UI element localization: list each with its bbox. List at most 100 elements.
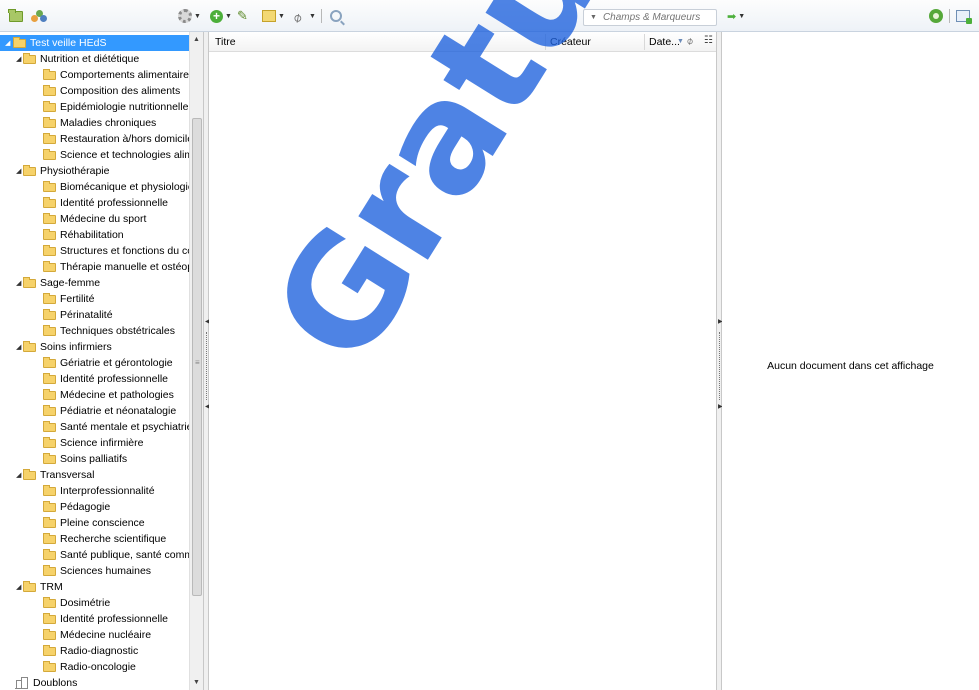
new-item-button[interactable]: + ▼: [210, 9, 232, 23]
tree-item-subcollection[interactable]: Restauration à/hors domicile: [0, 131, 189, 147]
sort-descending-icon: ▼: [677, 38, 684, 45]
tree-item-label: Santé publique, santé comm...: [60, 549, 189, 561]
chevron-down-icon: ▼: [309, 12, 316, 20]
expand-collapse-twisty-icon[interactable]: ◢: [16, 168, 23, 175]
tree-item-label: Identité professionnelle: [60, 613, 168, 625]
column-title[interactable]: Titre: [215, 36, 236, 48]
folder-icon: [43, 212, 56, 224]
tree-item-subcollection[interactable]: Soins palliatifs: [0, 451, 189, 467]
collections-pane: ◢ Test veille HEdS ◢ Nutrition et diététiqu…: [0, 32, 203, 690]
arrow-right-icon: ➡: [727, 10, 737, 23]
tree-item-group[interactable]: ◢ Physiothérapie: [0, 163, 189, 179]
tree-item-subcollection[interactable]: Epidémiologie nutritionnelle: [0, 99, 189, 115]
tree-item-group[interactable]: ◢ Transversal: [0, 467, 189, 483]
scroll-down-arrow-icon[interactable]: ▼: [193, 679, 200, 686]
tree-item-label: Sciences humaines: [60, 565, 152, 577]
search-field[interactable]: ▼: [583, 9, 717, 26]
tree-item-group[interactable]: ◢ TRM: [0, 579, 189, 595]
tree-item-subcollection[interactable]: Recherche scientifique: [0, 531, 189, 547]
tree-item-subcollection[interactable]: Pédagogie: [0, 499, 189, 515]
tree-item-subcollection[interactable]: Fertilité: [0, 291, 189, 307]
tree-item-subcollection[interactable]: Périnatalité: [0, 307, 189, 323]
tree-item-subcollection[interactable]: Identité professionnelle: [0, 371, 189, 387]
tree-item-subcollection[interactable]: Médecine du sport: [0, 211, 189, 227]
expand-collapse-twisty-icon[interactable]: ◢: [16, 280, 23, 287]
tree-item-subcollection[interactable]: Médecine nucléaire: [0, 627, 189, 643]
tree-item-group[interactable]: ◢ Nutrition et diététique: [0, 51, 189, 67]
search-mode-dropdown-icon[interactable]: ▼: [590, 14, 597, 21]
collections-scrollbar[interactable]: ▲ ≡ ▼: [189, 32, 203, 690]
tree-item-subcollection[interactable]: Radio-oncologie: [0, 659, 189, 675]
tree-item-subcollection[interactable]: Gériatrie et gérontologie: [0, 355, 189, 371]
expand-collapse-twisty-icon[interactable]: ◢: [16, 472, 23, 479]
tree-item-label: Recherche scientifique: [60, 533, 167, 545]
tree-item-subcollection[interactable]: Composition des aliments: [0, 83, 189, 99]
tree-item-root-library[interactable]: ◢ Test veille HEdS: [0, 35, 189, 51]
add-by-identifier-button[interactable]: ✎: [237, 9, 253, 23]
tree-item-group[interactable]: ◢ Soins infirmiers: [0, 339, 189, 355]
tree-item-subcollection[interactable]: Pédiatrie et néonatalogie: [0, 403, 189, 419]
tree-item-subcollection[interactable]: Science infirmière: [0, 435, 189, 451]
column-picker-icon[interactable]: ☷: [704, 35, 713, 46]
folder-icon: [43, 260, 56, 272]
fullscreen-button[interactable]: [956, 9, 972, 24]
tree-item-subcollection[interactable]: Thérapie manuelle et ostéop...: [0, 259, 189, 275]
tree-item-label: Radio-diagnostic: [60, 645, 139, 657]
tree-item-group[interactable]: ◢ Sage-femme: [0, 275, 189, 291]
tree-item-subcollection[interactable]: Techniques obstétricales: [0, 323, 189, 339]
folder-icon: [23, 164, 36, 176]
folder-icon: [43, 228, 56, 240]
tree-item-label: Nutrition et diététique: [40, 53, 140, 65]
folder-icon: [43, 596, 56, 608]
attachment-button[interactable]: ⌀ ▼: [289, 8, 316, 26]
tree-item-duplicates[interactable]: Doublons: [0, 675, 189, 690]
empty-view-message: Aucun document dans cet affichage: [767, 360, 934, 372]
advanced-search-button[interactable]: [330, 9, 342, 23]
paperclip-icon: ⌀: [289, 8, 305, 26]
new-collection-button[interactable]: [8, 8, 23, 23]
expand-collapse-twisty-icon[interactable]: ◢: [16, 344, 23, 351]
tree-item-subcollection[interactable]: Interprofessionnalité: [0, 483, 189, 499]
column-divider[interactable]: [545, 34, 546, 50]
expand-collapse-twisty-icon[interactable]: ◢: [5, 40, 12, 47]
folder-icon: [23, 52, 36, 64]
tree-item-subcollection[interactable]: Dosimétrie: [0, 595, 189, 611]
column-creator[interactable]: Créateur: [550, 36, 591, 48]
tree-item-subcollection[interactable]: Santé publique, santé comm...: [0, 547, 189, 563]
tree-item-subcollection[interactable]: Sciences humaines: [0, 563, 189, 579]
tree-item-subcollection[interactable]: Pleine conscience: [0, 515, 189, 531]
column-date[interactable]: Date...: [649, 36, 680, 48]
expand-collapse-twisty-icon[interactable]: ◢: [16, 56, 23, 63]
folder-icon: [43, 244, 56, 256]
locate-button[interactable]: ➡ ▼: [727, 9, 745, 23]
tree-item-subcollection[interactable]: Santé mentale et psychiatrie: [0, 419, 189, 435]
search-input[interactable]: [602, 12, 711, 23]
tree-item-subcollection[interactable]: Identité professionnelle: [0, 195, 189, 211]
folder-icon: [43, 564, 56, 576]
folder-icon: [43, 516, 56, 528]
tree-item-label: Soins palliatifs: [60, 453, 128, 465]
sync-button[interactable]: [929, 9, 943, 23]
tree-item-label: Doublons: [33, 677, 78, 689]
tree-item-subcollection[interactable]: Maladies chroniques: [0, 115, 189, 131]
tree-item-subcollection[interactable]: Structures et fonctions du co...: [0, 243, 189, 259]
tree-item-subcollection[interactable]: Identité professionnelle: [0, 611, 189, 627]
scrollbar-thumb[interactable]: [192, 118, 202, 596]
tree-item-label: Périnatalité: [60, 309, 113, 321]
items-column-header: Titre Créateur Date... ▼ ⌀ ☷: [209, 32, 716, 52]
tree-item-subcollection[interactable]: Science et technologies alim...: [0, 147, 189, 163]
toolbar-separator: [321, 9, 322, 23]
tree-item-subcollection[interactable]: Médecine et pathologies: [0, 387, 189, 403]
folder-icon: [43, 148, 56, 160]
expand-collapse-twisty-icon[interactable]: ◢: [16, 584, 23, 591]
tree-item-subcollection[interactable]: Comportements alimentaires: [0, 67, 189, 83]
tree-item-subcollection[interactable]: Biomécanique et physiologie: [0, 179, 189, 195]
new-group-button[interactable]: [31, 9, 47, 23]
tree-item-subcollection[interactable]: Réhabilitation: [0, 227, 189, 243]
scroll-up-arrow-icon[interactable]: ▲: [193, 36, 200, 43]
tree-item-subcollection[interactable]: Radio-diagnostic: [0, 643, 189, 659]
column-divider[interactable]: [644, 34, 645, 50]
new-note-button[interactable]: ▼: [262, 9, 285, 23]
actions-menu-button[interactable]: ▼: [178, 9, 201, 23]
attachment-column-icon[interactable]: ⌀: [684, 35, 695, 47]
